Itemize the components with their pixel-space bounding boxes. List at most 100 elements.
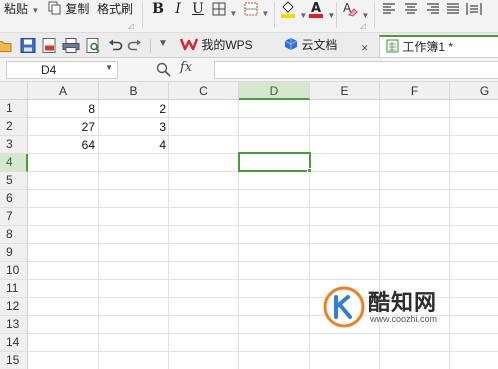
cell-b3[interactable]: 4 (99, 136, 169, 154)
quick-access-dropdown-icon[interactable]: ▼ (158, 38, 168, 49)
search-function-icon[interactable] (156, 62, 171, 77)
ribbon-separator (336, 2, 337, 28)
row-header-10[interactable]: 10 (0, 262, 28, 280)
tab-workbook-1[interactable]: 工作簿1 * (379, 35, 498, 57)
column-header-a[interactable]: A (28, 82, 99, 100)
watermark-url: www.coozhi.com (370, 314, 438, 324)
merge-button[interactable]: ▼ (244, 2, 269, 22)
cell-b2[interactable]: 3 (99, 118, 169, 136)
border-button[interactable]: ▼ (212, 2, 237, 22)
merge-cells-icon (244, 2, 258, 16)
italic-button[interactable]: I (170, 0, 186, 18)
distributed-align-icon[interactable] (466, 2, 482, 16)
paste-button[interactable]: 粘贴 ▼ (4, 0, 39, 20)
export-pdf-icon[interactable] (41, 37, 57, 54)
spreadsheet-file-icon (386, 39, 399, 53)
clipboard-group-expand-icon[interactable]: ◿ (128, 22, 133, 30)
row-header-4[interactable]: 4 (0, 154, 28, 172)
tab-label: 云文档 (301, 38, 338, 52)
format-painter-button[interactable]: 格式刷 (97, 0, 133, 20)
column-header-d[interactable]: D (239, 82, 310, 100)
watermark: 酷知网 www.coozhi.com (316, 283, 496, 335)
svg-text:A: A (311, 1, 321, 16)
row-header-9[interactable]: 9 (0, 244, 28, 262)
font-group-expand-icon[interactable]: ◿ (360, 22, 365, 30)
ribbon-separator (374, 2, 375, 28)
tab-label: 工作簿1 * (402, 40, 454, 54)
formula-input[interactable] (214, 61, 498, 79)
clear-format-icon: A (343, 1, 358, 17)
justify-icon[interactable] (446, 3, 460, 15)
column-header-e[interactable]: E (310, 82, 380, 100)
name-box-value: D4 (41, 63, 57, 77)
save-icon[interactable] (20, 37, 36, 54)
border-dropdown-icon[interactable]: ▼ (229, 9, 237, 18)
clear-format-button[interactable]: A ▼ (342, 0, 369, 20)
column-header-f[interactable]: F (380, 82, 450, 100)
ribbon-separator (274, 2, 275, 28)
cell-b1[interactable]: 2 (99, 100, 169, 118)
paste-dropdown-icon[interactable]: ▼ (31, 6, 39, 15)
clear-format-dropdown-icon[interactable]: ▼ (361, 11, 369, 20)
merge-dropdown-icon[interactable]: ▼ (261, 9, 269, 18)
tab-my-wps[interactable]: 我的WPS (179, 35, 253, 57)
align-center-icon[interactable] (404, 3, 418, 15)
paste-label: 粘贴 (4, 2, 29, 16)
fill-color-button[interactable]: ▼ (280, 0, 307, 20)
column-header-g[interactable]: G (450, 82, 498, 100)
row-header-1[interactable]: 1 (0, 100, 28, 118)
row-header-11[interactable]: 11 (0, 280, 28, 298)
font-color-dropdown-icon[interactable]: ▼ (327, 11, 335, 20)
gridline (309, 100, 310, 369)
tab-label: 我的WPS (201, 38, 253, 52)
chevron-down-icon[interactable]: ▼ (105, 63, 113, 72)
row-header-12[interactable]: 12 (0, 298, 28, 316)
wps-logo-icon (179, 38, 199, 51)
undo-icon[interactable] (107, 37, 123, 54)
bold-button[interactable]: B (150, 0, 166, 18)
ribbon-separator (142, 2, 143, 28)
coozhi-logo-icon (323, 286, 365, 328)
name-box[interactable]: D4 ▼ (6, 61, 118, 79)
ribbon-toolbar: 粘贴 ▼ 复制 格式刷 ◿ B I U ▼ ▼ ▼ A ▼ A ▼ ◿ (0, 0, 498, 33)
row-header-13[interactable]: 13 (0, 316, 28, 334)
fill-bucket-icon (281, 1, 295, 18)
border-icon (212, 2, 226, 16)
font-color-icon: A (309, 1, 323, 18)
copy-button[interactable]: 复制 (48, 0, 89, 20)
tab-divider (150, 39, 151, 53)
cloud-docs-icon (284, 38, 298, 50)
column-header-b[interactable]: B (99, 82, 169, 100)
row-header-6[interactable]: 6 (0, 190, 28, 208)
row-header-2[interactable]: 2 (0, 118, 28, 136)
align-right-icon[interactable] (426, 3, 440, 15)
open-folder-icon[interactable] (0, 37, 12, 54)
formula-bar: D4 ▼ fx (0, 58, 498, 82)
select-all-corner[interactable] (0, 82, 28, 100)
print-preview-icon[interactable] (85, 37, 101, 54)
row-header-14[interactable]: 14 (0, 334, 28, 352)
row-header-3[interactable]: 3 (0, 136, 28, 154)
watermark-brand: 酷知网 (368, 291, 438, 316)
row-header-5[interactable]: 5 (0, 172, 28, 190)
gridline (238, 100, 239, 369)
redo-icon[interactable] (127, 37, 143, 54)
fill-handle[interactable] (307, 168, 312, 173)
row-header-7[interactable]: 7 (0, 208, 28, 226)
cell-a2[interactable]: 27 (28, 118, 98, 136)
underline-button[interactable]: U (190, 0, 206, 18)
fill-color-dropdown-icon[interactable]: ▼ (299, 11, 307, 20)
row-header-8[interactable]: 8 (0, 226, 28, 244)
active-cell-d4[interactable] (238, 152, 311, 172)
column-header-c[interactable]: C (169, 82, 239, 100)
copy-label: 复制 (65, 2, 90, 16)
insert-function-button[interactable]: fx (180, 60, 192, 75)
tab-cloud-docs[interactable]: 云文档 (284, 35, 337, 57)
cell-a3[interactable]: 64 (28, 136, 98, 154)
cell-a1[interactable]: 8 (28, 100, 98, 118)
row-header-15[interactable]: 15 (0, 352, 28, 369)
font-color-button[interactable]: A ▼ (308, 0, 335, 20)
copy-icon (48, 1, 61, 15)
print-icon[interactable] (62, 37, 80, 54)
align-left-icon[interactable] (382, 3, 396, 15)
